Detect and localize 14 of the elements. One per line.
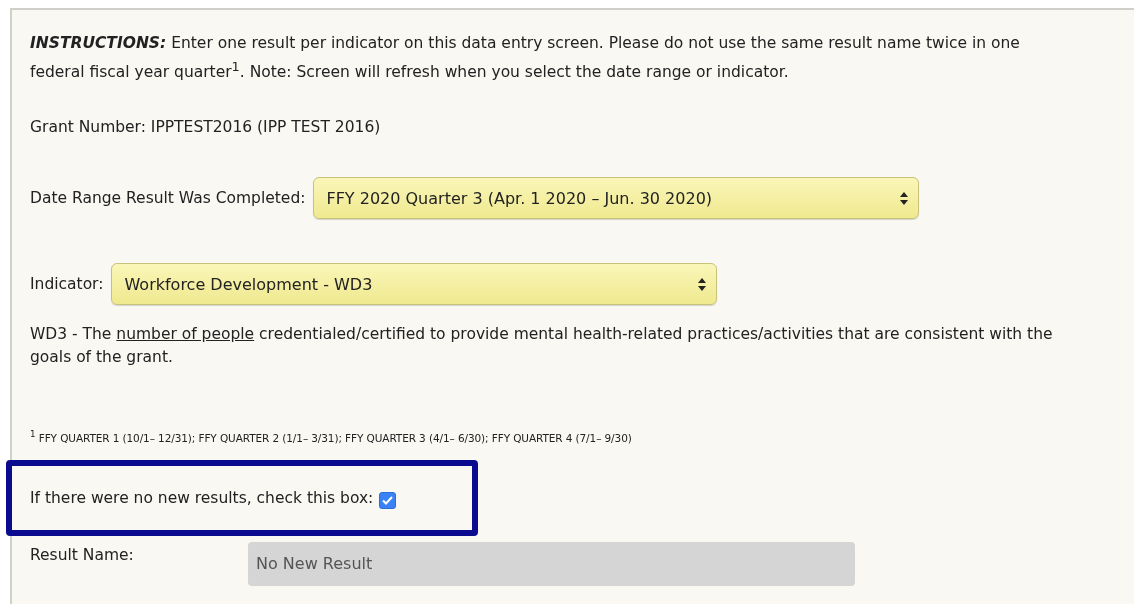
checkmark-icon xyxy=(382,496,394,506)
date-range-label: Date Range Result Was Completed: xyxy=(30,189,306,208)
footnote-text: $^{1}$ FFY QUARTER 1 (10/1– 12/31); FFY QUARTER 2 (1/1– 3/31); FFY QUARTER 3 (4/1– 6/30); FFY QUARTER 4 (7/1– 9/30) xyxy=(30,429,633,444)
no-new-results-checkbox[interactable] xyxy=(379,492,397,510)
grant-number-text: Grant Number: IPPTEST2016 (IPP TEST 2016) xyxy=(30,117,382,139)
dropdown-arrows-icon xyxy=(900,191,909,205)
no-new-results-label: If there were no new results, check this box: xyxy=(30,488,374,507)
indicator-description: WD3 - The number of people credentialed/certified to provide mental health-related practices/activities that are consistent with the goals of the grant. xyxy=(30,324,1054,369)
indicator-select[interactable]: Workforce Development - WD3 xyxy=(111,263,718,306)
dropdown-arrows-icon xyxy=(698,277,707,291)
instructions-text: INSTRUCTIONS: Enter one result per indicator on this data entry screen. Please do not use the same result name twice in one federal fiscal year quarter$^{1}$. Note: Screen will refresh when you select the date range or indicator. xyxy=(30,33,1021,84)
result-name-label: Result Name: xyxy=(30,544,135,564)
indicator-label: Indicator: xyxy=(30,275,104,294)
date-range-select[interactable]: FFY 2020 Quarter 3 (Apr. 1 2020 – Jun. 30 2020) xyxy=(313,177,920,220)
